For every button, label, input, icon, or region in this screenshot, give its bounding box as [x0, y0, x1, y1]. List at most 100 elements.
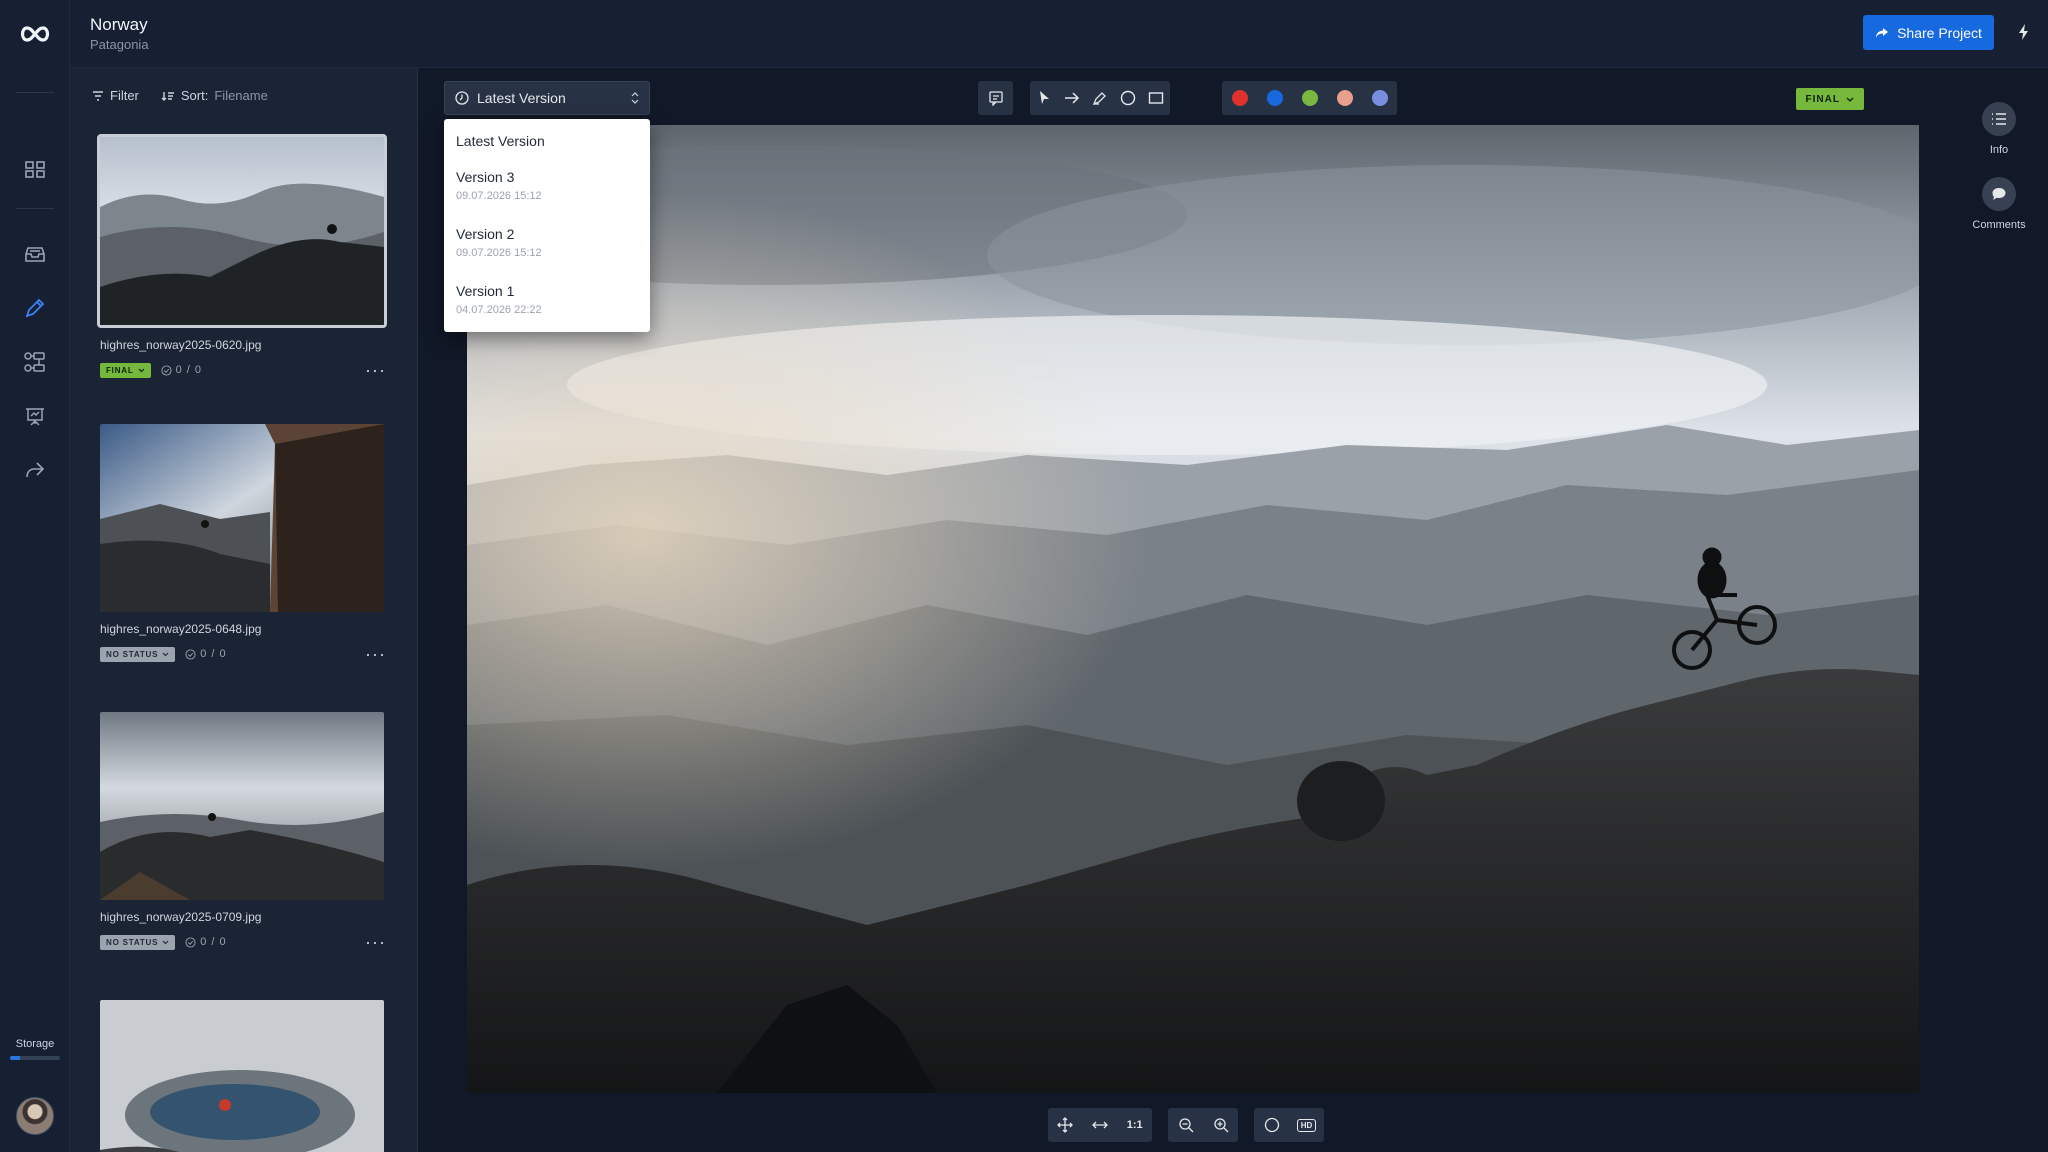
- version-dropdown: Latest Version Version 3 09.07.2026 15:12…: [444, 119, 650, 332]
- hd-button[interactable]: HD: [1289, 1108, 1324, 1142]
- status-badge-label: FINAL: [106, 365, 134, 375]
- share-project-label: Share Project: [1897, 24, 1982, 41]
- actual-size-label: 1:1: [1126, 1119, 1143, 1131]
- color-dot: [1336, 90, 1353, 106]
- sort-label: Sort:: [180, 88, 209, 103]
- right-panel: Info Comments: [1950, 68, 2048, 1152]
- share-project-button[interactable]: Share Project: [1863, 15, 1994, 50]
- workflow-icon[interactable]: [17, 344, 53, 380]
- display-controls: HD: [1254, 1108, 1324, 1142]
- comments-button[interactable]: [1982, 177, 2016, 211]
- info-label: Info: [1989, 144, 2009, 156]
- status-badge[interactable]: NO STATUS: [100, 646, 176, 662]
- comment-icon[interactable]: [978, 81, 1013, 115]
- arrow-icon[interactable]: [1058, 81, 1086, 115]
- list-icon: [1992, 113, 2006, 125]
- inbox-icon[interactable]: [17, 236, 53, 272]
- share-arrow-icon: [1876, 27, 1889, 38]
- share-icon[interactable]: [17, 452, 53, 488]
- approval-count-label: 0 / 0: [175, 364, 202, 376]
- sort-icon: [161, 91, 174, 101]
- version-option[interactable]: Version 3 09.07.2026 15:12: [444, 163, 650, 220]
- comments-label: Comments: [1972, 219, 2026, 231]
- viewer: Latest Version Latest Version Version 3 0…: [418, 68, 1950, 1152]
- pen-icon[interactable]: [1086, 81, 1114, 115]
- status-badge[interactable]: FINAL: [100, 362, 151, 378]
- version-option[interactable]: Version 2 09.07.2026 15:12: [444, 220, 650, 277]
- color-dot: [1301, 90, 1318, 106]
- sort-button[interactable]: Sort: Filename: [161, 88, 268, 103]
- version-date: 09.07.2026 15:12: [456, 190, 542, 202]
- more-options-icon[interactable]: ···: [365, 932, 386, 953]
- hd-label: HD: [1296, 1118, 1317, 1132]
- more-options-icon[interactable]: ···: [365, 644, 386, 665]
- check-circle-icon: [161, 364, 172, 376]
- pointer-icon[interactable]: [1030, 81, 1058, 115]
- file-card[interactable]: highres_norway2025-0709.jpg NO STATUS 0 …: [100, 712, 386, 953]
- logo-icon[interactable]: [19, 20, 51, 48]
- top-header: Norway Patagonia Share Project: [70, 0, 2048, 68]
- left-rail: Storage: [0, 0, 70, 1152]
- avatar[interactable]: [16, 1097, 54, 1135]
- circle-icon[interactable]: [1114, 81, 1142, 115]
- storage-bar-fill: [10, 1056, 20, 1060]
- info-button[interactable]: [1982, 102, 2016, 136]
- color-green-swatch[interactable]: [1292, 81, 1327, 115]
- drawing-tools: [1030, 81, 1170, 115]
- check-circle-icon: [185, 936, 196, 948]
- storage-bar: [10, 1056, 60, 1060]
- chevron-updown-icon: [631, 92, 639, 104]
- version-name: Latest Version: [456, 133, 545, 149]
- comment-bubble-icon[interactable]: [1254, 1108, 1289, 1142]
- more-options-icon[interactable]: ···: [365, 360, 386, 381]
- filter-icon: [93, 90, 103, 101]
- color-dot: [1266, 90, 1283, 106]
- speech-bubble-icon: [1992, 188, 2006, 200]
- color-red-swatch[interactable]: [1222, 81, 1257, 115]
- zoom-in-icon[interactable]: [1203, 1108, 1238, 1142]
- file-thumbnail[interactable]: [100, 712, 384, 900]
- file-card[interactable]: highres_norway2025-0648.jpg NO STATUS 0 …: [100, 424, 386, 665]
- status-badge-label: FINAL: [1805, 93, 1840, 105]
- file-thumbnail[interactable]: [97, 134, 387, 328]
- file-name: highres_norway2025-0648.jpg: [100, 622, 262, 636]
- file-card[interactable]: highres_norway2025-0620.jpg FINAL 0 / 0 …: [97, 134, 387, 381]
- file-thumbnail[interactable]: [100, 424, 384, 612]
- clock-icon: [455, 91, 469, 105]
- grid-icon[interactable]: [17, 151, 53, 187]
- zoom-controls: [1168, 1108, 1238, 1142]
- file-name: highres_norway2025-0709.jpg: [100, 910, 262, 924]
- zoom-out-icon[interactable]: [1168, 1108, 1203, 1142]
- chevron-down-icon: [162, 940, 169, 944]
- color-peach-swatch[interactable]: [1327, 81, 1362, 115]
- pan-icon[interactable]: [1048, 1108, 1083, 1142]
- approval-count-label: 0 / 0: [200, 936, 227, 948]
- color-dot: [1371, 90, 1388, 106]
- presentation-icon[interactable]: [17, 398, 53, 434]
- version-select[interactable]: Latest Version: [444, 81, 650, 115]
- view-controls: 1:1: [1048, 1108, 1152, 1142]
- version-name: Version 3: [456, 169, 515, 185]
- status-badge[interactable]: FINAL: [1795, 88, 1864, 110]
- filter-label: Filter: [110, 88, 139, 103]
- actual-size-button[interactable]: 1:1: [1117, 1108, 1152, 1142]
- file-thumbnail[interactable]: [100, 1000, 384, 1152]
- file-card[interactable]: [100, 1000, 386, 1152]
- version-date: 04.07.2026 22:22: [456, 304, 542, 316]
- rectangle-icon[interactable]: [1142, 81, 1170, 115]
- version-option[interactable]: Latest Version: [444, 127, 650, 163]
- color-lavender-swatch[interactable]: [1362, 81, 1397, 115]
- fit-width-icon[interactable]: [1083, 1108, 1118, 1142]
- chevron-down-icon: [1846, 97, 1854, 102]
- bolt-icon[interactable]: [2014, 22, 2034, 42]
- pen-icon[interactable]: [17, 290, 53, 326]
- project-subtitle[interactable]: Patagonia: [90, 37, 149, 52]
- color-blue-swatch[interactable]: [1257, 81, 1292, 115]
- version-option[interactable]: Version 1 04.07.2026 22:22: [444, 277, 650, 334]
- approval-count: 0 / 0: [185, 936, 226, 948]
- status-badge[interactable]: NO STATUS: [100, 934, 176, 950]
- filter-button[interactable]: Filter: [92, 88, 139, 103]
- main-image[interactable]: [467, 125, 1919, 1093]
- rail-divider: [16, 92, 54, 93]
- version-date: 09.07.2026 15:12: [456, 247, 542, 259]
